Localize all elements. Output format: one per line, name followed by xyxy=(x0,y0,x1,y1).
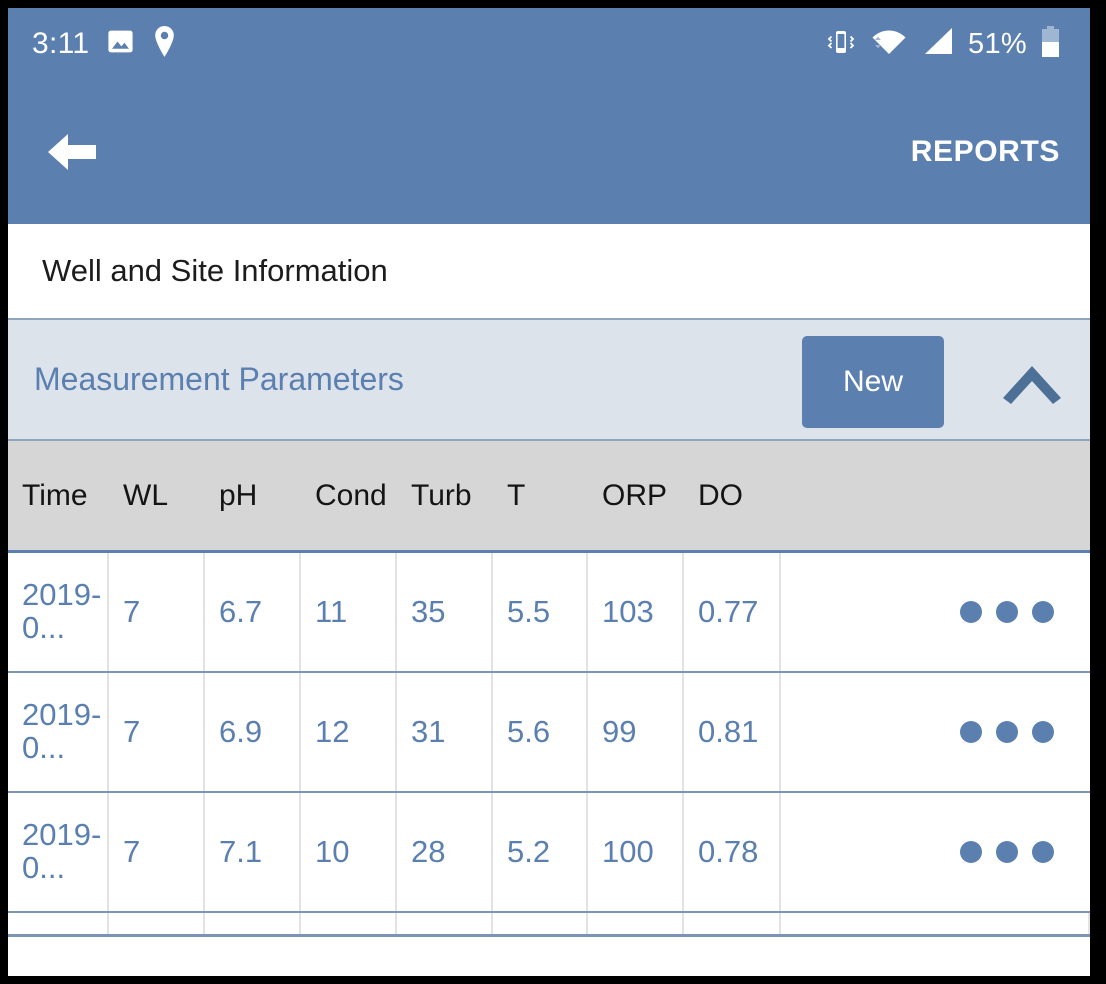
table-row[interactable]: 2019-0... 7 7.1 10 28 5.2 100 0.78 xyxy=(8,793,1090,913)
cell-turb: 35 xyxy=(397,553,493,671)
dot xyxy=(960,721,982,743)
cell-actions xyxy=(781,673,1090,791)
table-header-row: Time WL pH Cond Turb T ORP DO xyxy=(8,441,1090,553)
vibrate-icon xyxy=(826,27,856,62)
column-header-wl[interactable]: WL xyxy=(109,441,205,550)
cellular-signal-icon xyxy=(922,27,954,61)
status-bar-right: 51% xyxy=(826,26,1060,63)
cell-cond: 12 xyxy=(301,673,397,791)
cell-wl: 7 xyxy=(109,673,205,791)
app-bar: REPORTS xyxy=(8,80,1090,224)
cell-empty xyxy=(781,913,1090,934)
cell-wl: 7 xyxy=(109,793,205,911)
cell-empty xyxy=(205,913,301,934)
table-row-partial xyxy=(8,913,1090,937)
cell-orp: 99 xyxy=(588,673,684,791)
dot xyxy=(960,601,982,623)
cell-empty xyxy=(493,913,588,934)
footer-space xyxy=(8,937,1090,976)
column-header-t[interactable]: T xyxy=(493,441,588,550)
cell-time: 2019-0... xyxy=(8,673,109,791)
cell-turb: 31 xyxy=(397,673,493,791)
column-header-turb[interactable]: Turb xyxy=(397,441,493,550)
column-header-time[interactable]: Time xyxy=(8,441,109,550)
cell-empty xyxy=(301,913,397,934)
cell-do: 0.78 xyxy=(684,793,781,911)
image-icon xyxy=(106,27,135,61)
table-row[interactable]: 2019-0... 7 6.7 11 35 5.5 103 0.77 xyxy=(8,553,1090,673)
column-header-cond[interactable]: Cond xyxy=(301,441,397,550)
cell-cond: 11 xyxy=(301,553,397,671)
wifi-icon xyxy=(870,27,908,62)
cell-actions xyxy=(781,793,1090,911)
cell-t: 5.6 xyxy=(493,673,588,791)
cell-t: 5.2 xyxy=(493,793,588,911)
measurements-table: Time WL pH Cond Turb T ORP DO 2019-0... … xyxy=(8,441,1090,937)
cell-do: 0.77 xyxy=(684,553,781,671)
dot xyxy=(960,841,982,863)
cell-actions xyxy=(781,553,1090,671)
well-and-site-information-section[interactable]: Well and Site Information xyxy=(8,224,1090,320)
status-bar-left: 3:11 xyxy=(32,26,177,62)
measurement-parameters-title: Measurement Parameters xyxy=(34,361,404,398)
cell-cond: 10 xyxy=(301,793,397,911)
table-row[interactable]: 2019-0... 7 6.9 12 31 5.6 99 0.81 xyxy=(8,673,1090,793)
overflow-menu-icon[interactable] xyxy=(795,601,1090,623)
cell-orp: 100 xyxy=(588,793,684,911)
cell-time: 2019-0... xyxy=(8,553,109,671)
dot xyxy=(1032,721,1054,743)
dot xyxy=(996,841,1018,863)
battery-icon xyxy=(1041,26,1060,63)
app-screen: 3:11 xyxy=(8,8,1090,976)
cell-ph: 7.1 xyxy=(205,793,301,911)
column-header-orp[interactable]: ORP xyxy=(588,441,684,550)
cell-empty xyxy=(109,913,205,934)
cell-empty xyxy=(8,913,109,934)
well-and-site-information-title: Well and Site Information xyxy=(42,253,388,289)
cell-ph: 6.9 xyxy=(205,673,301,791)
status-bar: 3:11 xyxy=(8,8,1090,80)
column-header-actions xyxy=(781,441,1090,550)
reports-button[interactable]: REPORTS xyxy=(911,135,1060,169)
cell-t: 5.5 xyxy=(493,553,588,671)
cell-wl: 7 xyxy=(109,553,205,671)
cell-empty xyxy=(397,913,493,934)
dot xyxy=(996,601,1018,623)
location-pin-icon xyxy=(152,26,177,62)
status-time: 3:11 xyxy=(32,27,89,61)
battery-percent: 51% xyxy=(968,28,1027,61)
measurement-parameters-section[interactable]: Measurement Parameters New xyxy=(8,320,1090,441)
chevron-up-icon[interactable] xyxy=(996,352,1068,412)
overflow-menu-icon[interactable] xyxy=(795,721,1090,743)
cell-do: 0.81 xyxy=(684,673,781,791)
cell-turb: 28 xyxy=(397,793,493,911)
dot xyxy=(1032,601,1054,623)
back-arrow-icon[interactable] xyxy=(46,131,98,173)
cell-empty xyxy=(588,913,684,934)
overflow-menu-icon[interactable] xyxy=(795,841,1090,863)
cell-ph: 6.7 xyxy=(205,553,301,671)
cell-time: 2019-0... xyxy=(8,793,109,911)
dot xyxy=(1032,841,1054,863)
cell-orp: 103 xyxy=(588,553,684,671)
column-header-do[interactable]: DO xyxy=(684,441,781,550)
column-header-ph[interactable]: pH xyxy=(205,441,301,550)
new-measurement-button[interactable]: New xyxy=(802,336,944,428)
cell-empty xyxy=(684,913,781,934)
dot xyxy=(996,721,1018,743)
